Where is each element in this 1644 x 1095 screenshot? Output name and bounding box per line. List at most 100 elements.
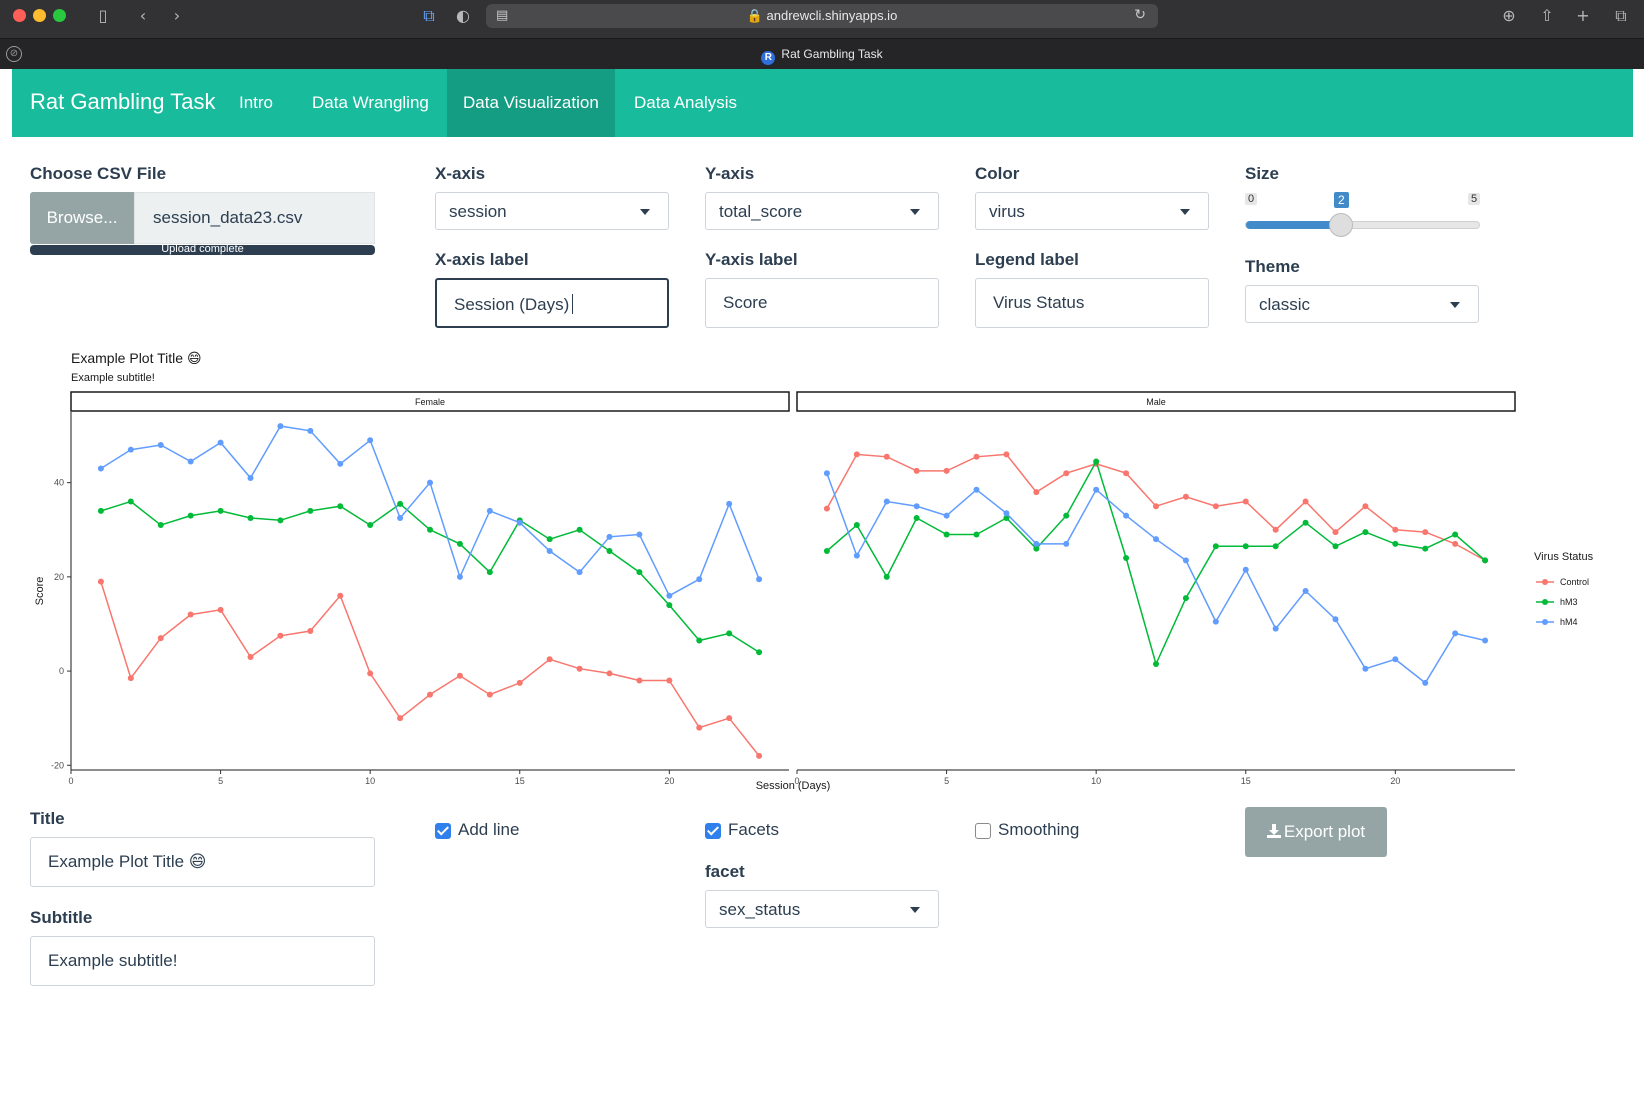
forward-icon[interactable]: › bbox=[166, 5, 188, 27]
data-point bbox=[397, 514, 404, 521]
data-point bbox=[217, 439, 224, 446]
chevron-down-icon bbox=[910, 907, 920, 913]
data-point bbox=[1123, 555, 1130, 562]
facet-select[interactable]: sex_status bbox=[705, 890, 939, 928]
ylabel-input[interactable]: Score bbox=[705, 278, 939, 328]
data-point bbox=[1392, 540, 1399, 547]
title-input[interactable]: Example Plot Title 😄 bbox=[30, 837, 375, 887]
size-slider-track[interactable] bbox=[1245, 221, 1480, 229]
reload-icon[interactable]: ↻ bbox=[1134, 6, 1146, 23]
data-point bbox=[397, 500, 404, 507]
data-point bbox=[1482, 557, 1489, 564]
address-bar[interactable]: ▤ 🔒 andrewcli.shinyapps.io ↻ bbox=[486, 4, 1158, 28]
sidebar-icon[interactable]: ▯ bbox=[92, 5, 114, 27]
theme-select[interactable]: classic bbox=[1245, 285, 1479, 323]
data-point bbox=[1003, 451, 1010, 458]
data-point bbox=[1302, 498, 1309, 505]
data-point bbox=[1332, 616, 1339, 623]
browse-button[interactable]: Browse... bbox=[30, 192, 134, 244]
facets-label[interactable]: Facets bbox=[728, 820, 779, 840]
add-line-checkbox[interactable] bbox=[435, 823, 451, 839]
ylabel-input-value: Score bbox=[723, 293, 768, 312]
data-point bbox=[1033, 540, 1040, 547]
data-point bbox=[1212, 503, 1219, 510]
url-text: 🔒 andrewcli.shinyapps.io bbox=[746, 8, 898, 23]
data-point bbox=[756, 752, 763, 759]
slider-min-label: 0 bbox=[1245, 193, 1258, 205]
data-point bbox=[823, 505, 830, 512]
file-input[interactable]: Browse... session_data23.csv bbox=[30, 192, 375, 244]
legend-field-label: Legend label bbox=[975, 250, 1079, 269]
yaxis-label: Y-axis bbox=[705, 164, 755, 183]
favicon-icon: R bbox=[761, 51, 776, 65]
data-point bbox=[217, 606, 224, 613]
data-point bbox=[853, 522, 860, 529]
data-point bbox=[1302, 519, 1309, 526]
smoothing-checkbox[interactable] bbox=[975, 823, 991, 839]
legend-label: hM3 bbox=[1560, 597, 1578, 607]
data-point bbox=[696, 576, 703, 583]
data-point bbox=[1063, 540, 1070, 547]
size-slider-handle[interactable] bbox=[1329, 213, 1353, 237]
data-point bbox=[1272, 543, 1279, 550]
maximize-window-button[interactable] bbox=[53, 9, 66, 22]
export-label: Export plot bbox=[1283, 822, 1366, 841]
tab-bar: ⊘ R Rat Gambling Task bbox=[0, 38, 1644, 69]
data-point bbox=[726, 500, 733, 507]
tab-data-wrangling[interactable]: Data Wrangling bbox=[296, 69, 445, 137]
facets-checkbox[interactable] bbox=[705, 823, 721, 839]
data-point bbox=[456, 573, 463, 580]
data-point bbox=[576, 526, 583, 533]
back-icon[interactable]: ‹ bbox=[132, 5, 154, 27]
xaxis-select[interactable]: session bbox=[435, 192, 669, 230]
extension-icon[interactable]: ⧉ bbox=[418, 5, 440, 27]
data-point bbox=[427, 479, 433, 486]
series-line-control bbox=[100, 581, 760, 757]
facet-value: sex_status bbox=[719, 900, 801, 919]
y-tick-label: 20 bbox=[54, 572, 64, 582]
brand[interactable]: Rat Gambling Task bbox=[30, 89, 215, 115]
data-point bbox=[546, 656, 553, 663]
plot-svg: Example Plot Title 😄 Example subtitle! Fem… bbox=[34, 350, 1594, 792]
data-point bbox=[546, 547, 553, 554]
data-point bbox=[1063, 512, 1070, 519]
tab-overview-icon[interactable]: ⧉ bbox=[1610, 5, 1632, 27]
color-select[interactable]: virus bbox=[975, 192, 1209, 230]
data-point bbox=[337, 503, 344, 510]
add-line-label[interactable]: Add line bbox=[458, 820, 519, 840]
data-point bbox=[427, 691, 433, 698]
data-point bbox=[486, 691, 493, 698]
export-plot-button[interactable]: Export plot bbox=[1245, 807, 1387, 857]
new-tab-icon[interactable]: + bbox=[1572, 5, 1594, 27]
smoothing-label[interactable]: Smoothing bbox=[998, 820, 1079, 840]
download-icon bbox=[1266, 824, 1281, 838]
shield-icon[interactable]: ◐ bbox=[452, 5, 474, 27]
title-field-label: Title bbox=[30, 809, 65, 828]
size-slider-fill bbox=[1246, 221, 1342, 229]
tab-intro[interactable]: Intro bbox=[223, 69, 289, 137]
data-point bbox=[973, 453, 980, 460]
browser-tab[interactable]: R Rat Gambling Task bbox=[0, 47, 1644, 65]
data-point bbox=[666, 592, 673, 599]
tab-data-analysis[interactable]: Data Analysis bbox=[618, 69, 753, 137]
data-point bbox=[157, 522, 164, 529]
close-window-button[interactable] bbox=[13, 9, 26, 22]
share-icon[interactable]: ⇧ bbox=[1536, 5, 1558, 27]
data-point bbox=[217, 507, 224, 514]
data-point bbox=[247, 653, 254, 660]
data-point bbox=[127, 446, 134, 453]
tab-data-visualization[interactable]: Data Visualization bbox=[447, 69, 615, 137]
data-point bbox=[97, 507, 104, 514]
data-point bbox=[1422, 529, 1429, 536]
file-name-field[interactable]: session_data23.csv bbox=[134, 192, 375, 244]
minimize-window-button[interactable] bbox=[33, 9, 46, 22]
legend-input[interactable]: Virus Status bbox=[975, 278, 1209, 328]
xlabel-input[interactable]: Session (Days) bbox=[435, 278, 669, 328]
x-tick-label: 10 bbox=[365, 776, 375, 786]
downloads-icon[interactable]: ⊕ bbox=[1498, 5, 1520, 27]
subtitle-input[interactable]: Example subtitle! bbox=[30, 936, 375, 986]
navbar: Rat Gambling Task Intro Data Wrangling D… bbox=[12, 69, 1633, 137]
legend-label: Control bbox=[1560, 577, 1589, 587]
data-point bbox=[247, 474, 254, 481]
yaxis-select[interactable]: total_score bbox=[705, 192, 939, 230]
